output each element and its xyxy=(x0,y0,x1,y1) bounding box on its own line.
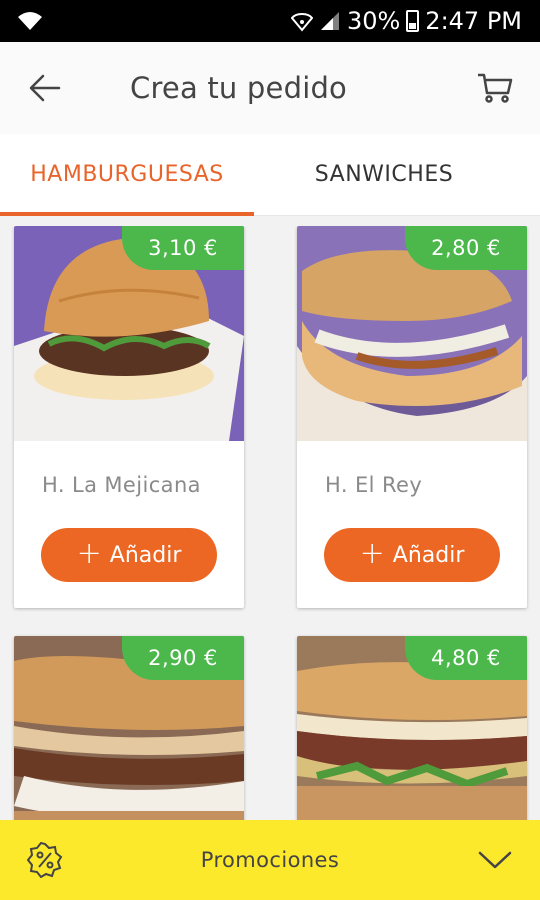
product-card[interactable]: 2,80 € H. El Rey + Añadir xyxy=(297,226,527,608)
promotions-toggle[interactable] xyxy=(450,820,540,900)
product-photo: 2,80 € xyxy=(297,226,527,441)
promotions-bar[interactable]: Promociones xyxy=(0,820,540,900)
product-card[interactable]: 3,10 € H. La Mejicana + Añadir xyxy=(14,226,244,608)
plus-icon: + xyxy=(76,535,102,571)
category-tabs: HAMBURGUESAS SANWICHES xyxy=(0,134,540,216)
back-button[interactable] xyxy=(0,42,90,134)
add-button[interactable]: + Añadir xyxy=(41,528,217,582)
arrow-left-icon xyxy=(29,74,61,102)
product-photo: 2,90 € xyxy=(14,636,244,820)
product-name: H. El Rey xyxy=(325,473,423,497)
chevron-down-icon xyxy=(478,851,512,869)
tab-hamburguesas[interactable]: HAMBURGUESAS xyxy=(0,134,254,216)
add-button[interactable]: + Añadir xyxy=(324,528,500,582)
price-badge: 2,90 € xyxy=(122,636,244,680)
product-card[interactable]: 2,90 € xyxy=(14,636,244,820)
percent-badge-icon xyxy=(27,842,63,878)
status-left xyxy=(16,10,44,32)
wifi-icon xyxy=(18,12,42,30)
promotions-icon-wrap xyxy=(0,820,90,900)
app-header: Crea tu pedido xyxy=(0,42,540,134)
plus-icon: + xyxy=(359,535,385,571)
cart-button[interactable] xyxy=(450,42,540,134)
status-right: 30% 2:47 PM xyxy=(290,7,522,35)
price-badge: 4,80 € xyxy=(405,636,527,680)
price-badge: 3,10 € xyxy=(122,226,244,270)
tab-sanwiches[interactable]: SANWICHES xyxy=(254,134,514,215)
product-name: H. La Mejicana xyxy=(42,473,201,497)
price-badge: 2,80 € xyxy=(405,226,527,270)
add-button-label: Añadir xyxy=(109,542,182,568)
battery-percent: 30% xyxy=(346,7,401,35)
product-photo: 3,10 € xyxy=(14,226,244,441)
signal-icon xyxy=(320,12,339,30)
add-button-label: Añadir xyxy=(392,542,465,568)
status-bar: 30% 2:47 PM xyxy=(0,0,540,42)
product-card[interactable]: 4,80 € xyxy=(297,636,527,820)
battery-icon xyxy=(406,10,420,32)
wifi-call-icon xyxy=(290,12,313,32)
page-title: Crea tu pedido xyxy=(130,71,348,105)
clock: 2:47 PM xyxy=(425,7,522,35)
cart-icon xyxy=(478,73,513,103)
promotions-label: Promociones xyxy=(200,848,340,872)
product-photo: 4,80 € xyxy=(297,636,527,820)
product-grid: 3,10 € H. La Mejicana + Añadir 2,80 € H.… xyxy=(0,226,540,820)
